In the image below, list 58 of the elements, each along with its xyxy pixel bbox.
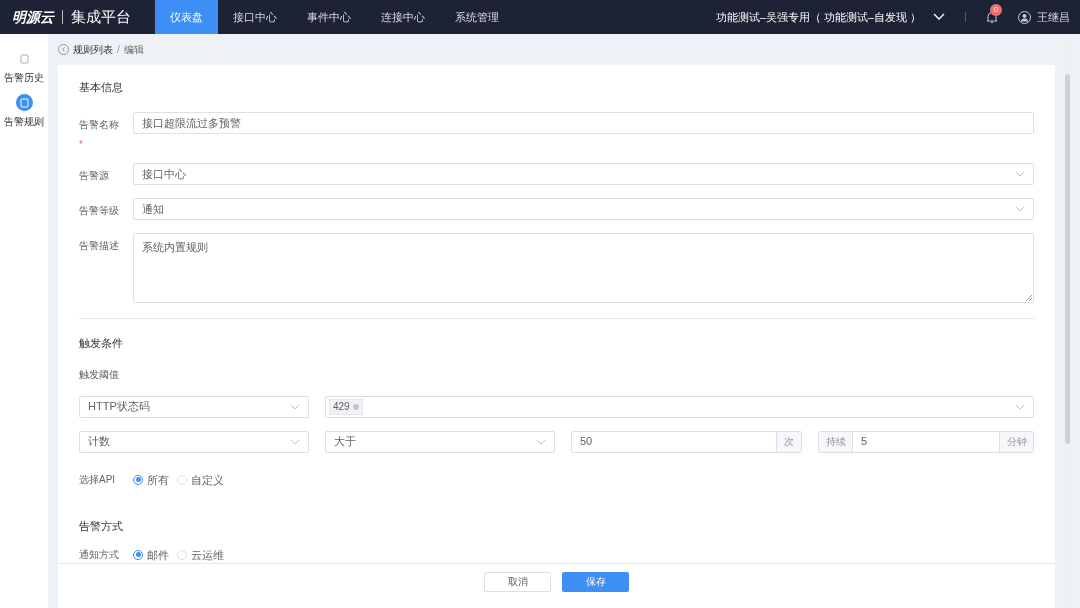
input-field[interactable]: 接口超限流过多预警: [133, 112, 1034, 134]
remove-tag-icon[interactable]: [352, 403, 359, 410]
select-field[interactable]: HTTP状态码: [79, 395, 309, 418]
tag: 429: [329, 398, 363, 415]
tag-select-field[interactable]: 429: [325, 395, 1034, 418]
notification-badge: 0: [990, 3, 1002, 16]
required-mark: *: [79, 140, 84, 150]
cancel-button[interactable]: 取消: [484, 571, 551, 592]
field-label: 告警源: [79, 169, 110, 183]
field-label: 告警描述: [79, 239, 120, 253]
nav-tab[interactable]: 连接中心: [366, 0, 440, 34]
unit-addon: 次: [776, 431, 801, 452]
duration-input-field[interactable]: 持续 5 分钟: [818, 430, 1034, 453]
field-label: 告警名称: [79, 118, 120, 132]
radio-option[interactable]: 所有: [133, 471, 169, 488]
select-field[interactable]: 通知: [133, 198, 1034, 220]
select-field[interactable]: 大于: [325, 430, 555, 453]
back-icon[interactable]: [58, 44, 69, 55]
breadcrumb-link[interactable]: 规则列表: [73, 42, 113, 57]
chevron-down-icon: [1015, 206, 1025, 212]
section-title: 告警方式: [79, 519, 124, 534]
scrollbar[interactable]: [1065, 34, 1070, 608]
breadcrumb-separator: /: [117, 43, 120, 57]
logo: 明源云: [12, 7, 54, 27]
radio-option[interactable]: 邮件: [133, 546, 169, 563]
textarea-field[interactable]: 系统内置规则: [133, 233, 1034, 303]
sidebar-item[interactable]: 告警历史: [4, 50, 44, 85]
chevron-down-icon[interactable]: [933, 13, 945, 21]
user-icon: [1018, 10, 1031, 24]
unit-addon: 分钟: [999, 431, 1033, 452]
field-label: 触发阈值: [79, 367, 120, 382]
nav-tab[interactable]: 接口中心: [218, 0, 292, 34]
field-label: 通知方式: [79, 548, 120, 563]
chevron-down-icon: [536, 438, 546, 445]
chevron-down-icon: [1015, 403, 1025, 410]
chevron-down-icon: [1015, 171, 1025, 177]
user-name[interactable]: 王继昌: [1037, 8, 1070, 26]
chevron-down-icon: [290, 438, 300, 445]
bell-icon[interactable]: [986, 10, 998, 24]
select-field[interactable]: 计数: [79, 430, 309, 453]
tenant-selector[interactable]: 功能测试–吴强专用（ 功能测试–自发现 ）: [715, 8, 921, 26]
select-field[interactable]: 接口中心: [133, 163, 1034, 185]
nav-tab[interactable]: 事件中心: [292, 0, 366, 34]
sidebar-item[interactable]: 告警规则: [4, 94, 44, 129]
count-input-field[interactable]: 50 次: [571, 430, 802, 453]
field-label: 选择API: [79, 473, 117, 488]
prefix-addon: 持续: [819, 431, 853, 452]
field-label: 告警等级: [79, 204, 120, 218]
radio-option[interactable]: 云运维: [177, 546, 224, 563]
radio-option[interactable]: 自定义: [177, 471, 224, 488]
resize-handle-icon[interactable]: [1026, 295, 1032, 301]
document-icon: [15, 94, 33, 111]
product-title: 集成平台: [71, 6, 131, 27]
section-title: 触发条件: [79, 336, 124, 351]
section-title: 基本信息: [79, 80, 124, 95]
chevron-down-icon: [290, 403, 300, 410]
breadcrumb-current: 编辑: [123, 43, 144, 57]
nav-tab[interactable]: 系统管理: [440, 0, 514, 34]
